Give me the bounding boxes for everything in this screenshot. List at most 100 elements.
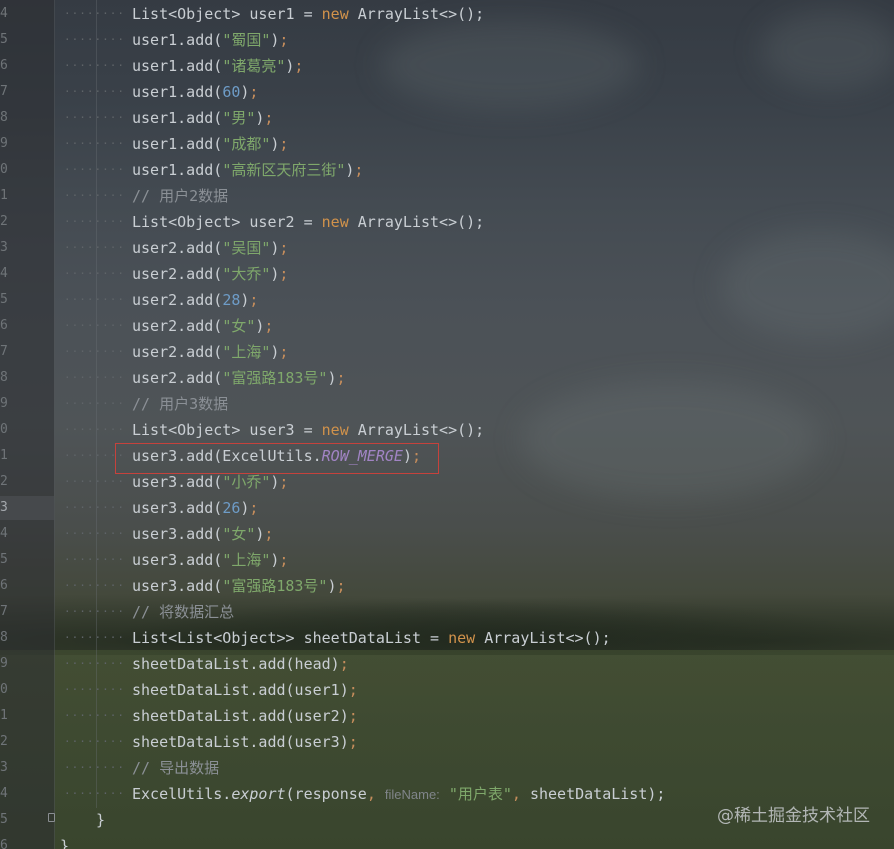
code-line[interactable]: 5 ········ user1.add("蜀国");: [0, 27, 894, 53]
code-text[interactable]: sheetDataList.add(user1);: [132, 677, 358, 703]
code-token: "上海": [222, 343, 271, 361]
code-line[interactable]: 4 ········ user2.add("大乔");: [0, 261, 894, 287]
code-line[interactable]: 7 ········ user1.add(60);: [0, 79, 894, 105]
code-token: }: [60, 837, 70, 849]
code-line[interactable]: 9 ········ sheetDataList.add(head);: [0, 651, 894, 677]
code-token: sheetDataList.add(user2): [132, 707, 349, 725]
code-text[interactable]: user1.add("高新区天府三街");: [132, 157, 363, 183]
code-line[interactable]: 1 ········ // 用户2数据: [0, 183, 894, 209]
code-text[interactable]: user3.add("富强路183号");: [132, 573, 346, 599]
code-text[interactable]: sheetDataList.add(head);: [132, 651, 349, 677]
code-line[interactable]: 6 ········ user1.add("诸葛亮");: [0, 53, 894, 79]
code-text[interactable]: // 用户3数据: [132, 391, 228, 417]
code-text[interactable]: List<Object> user1 = new ArrayList<>();: [132, 1, 484, 27]
whitespace-dots: ········: [64, 215, 125, 228]
code-text[interactable]: user2.add("大乔");: [132, 261, 288, 287]
code-line[interactable]: 9 ········ // 用户3数据: [0, 391, 894, 417]
code-text[interactable]: user2.add("女");: [132, 313, 273, 339]
code-token: "成都": [222, 135, 271, 153]
code-line[interactable]: 2 ········ sheetDataList.add(user3);: [0, 729, 894, 755]
code-token: ): [327, 577, 337, 595]
code-line[interactable]: 8 ········ user1.add("男");: [0, 105, 894, 131]
code-token: user3.add(: [132, 499, 223, 517]
whitespace-dots: ········: [64, 7, 125, 20]
code-text[interactable]: user1.add("男");: [132, 105, 273, 131]
line-number: 6: [0, 318, 8, 333]
code-text[interactable]: List<Object> user3 = new ArrayList<>();: [132, 417, 484, 443]
watermark: @稀土掘金技术社区: [717, 806, 870, 826]
code-token: "男": [222, 109, 256, 127]
code-token: ;: [348, 733, 358, 751]
code-token: sheetDataList.add(head): [132, 655, 340, 673]
code-line[interactable]: 6 ········ user2.add("女");: [0, 313, 894, 339]
code-line[interactable]: 5 ········ user3.add("上海");: [0, 547, 894, 573]
line-number: 6: [0, 58, 8, 73]
code-text[interactable]: List<Object> user2 = new ArrayList<>();: [132, 209, 484, 235]
code-text[interactable]: List<List<Object>> sheetDataList = new A…: [132, 625, 611, 651]
code-line[interactable]: 0 ········ user1.add("高新区天府三街");: [0, 157, 894, 183]
code-line[interactable]: 2 ········ List<Object> user2 = new ArrayL…: [0, 209, 894, 235]
code-token: user1.add(: [132, 109, 223, 127]
line-number: 8: [0, 630, 8, 645]
code-text[interactable]: user3.add("女");: [132, 521, 273, 547]
fold-icon[interactable]: [48, 813, 55, 822]
line-number: 5: [0, 812, 8, 827]
code-text[interactable]: user2.add("吴国");: [132, 235, 288, 261]
code-token: ;: [336, 369, 346, 387]
code-text[interactable]: // 将数据汇总: [132, 599, 234, 625]
whitespace-dots: ········: [64, 85, 125, 98]
code-token: // 用户2数据: [132, 187, 229, 205]
code-text[interactable]: }: [96, 807, 105, 833]
code-text[interactable]: user1.add("诸葛亮");: [132, 53, 303, 79]
code-text[interactable]: sheetDataList.add(user2);: [132, 703, 358, 729]
whitespace-dots: ········: [64, 787, 125, 800]
code-line[interactable]: 8 ········ user2.add("富强路183号");: [0, 365, 894, 391]
code-text[interactable]: // 导出数据: [132, 755, 219, 781]
line-number: 8: [0, 110, 8, 125]
code-text[interactable]: user2.add("上海");: [132, 339, 288, 365]
code-token: ;: [279, 31, 289, 49]
whitespace-dots: ········: [64, 293, 125, 306]
code-token: export: [231, 785, 286, 803]
code-token: ,: [366, 785, 376, 803]
code-text[interactable]: user1.add(60);: [132, 79, 258, 105]
line-number: 1: [0, 448, 8, 463]
code-text[interactable]: user1.add("成都");: [132, 131, 288, 157]
code-text[interactable]: user3.add(26);: [132, 495, 258, 521]
whitespace-dots: ········: [64, 631, 125, 644]
code-text[interactable]: user3.add("上海");: [132, 547, 288, 573]
code-token: new: [448, 629, 476, 647]
code-line[interactable]: 6}: [0, 833, 894, 849]
code-token: ;: [279, 135, 289, 153]
code-line[interactable]: 3 ········ user3.add(26);: [0, 495, 894, 521]
code-token: // 将数据汇总: [132, 603, 235, 621]
code-line[interactable]: 3 ········ // 导出数据: [0, 755, 894, 781]
code-line[interactable]: 7 ········ user2.add("上海");: [0, 339, 894, 365]
code-text[interactable]: // 用户2数据: [132, 183, 228, 209]
line-number: 4: [0, 526, 8, 541]
code-line[interactable]: 4 ········ user3.add("女");: [0, 521, 894, 547]
code-token: user1.add(: [132, 161, 223, 179]
code-token: ;: [348, 681, 358, 699]
code-text[interactable]: user2.add(28);: [132, 287, 258, 313]
code-text[interactable]: sheetDataList.add(user3);: [132, 729, 358, 755]
code-token: ;: [336, 577, 346, 595]
code-text[interactable]: user2.add("富强路183号");: [132, 365, 346, 391]
code-line[interactable]: 9 ········ user1.add("成都");: [0, 131, 894, 157]
code-token: user1.add(: [132, 83, 223, 101]
code-line[interactable]: 0 ········ List<Object> user3 = new ArrayL…: [0, 417, 894, 443]
code-line[interactable]: 3 ········ user2.add("吴国");: [0, 235, 894, 261]
code-line[interactable]: 1 ········ sheetDataList.add(user2);: [0, 703, 894, 729]
code-line[interactable]: 0 ········ sheetDataList.add(user1);: [0, 677, 894, 703]
code-token: user2.add(: [132, 291, 223, 309]
code-line[interactable]: 4 ········ List<Object> user1 = new ArrayL…: [0, 1, 894, 27]
code-line[interactable]: 7 ········ // 将数据汇总: [0, 599, 894, 625]
code-text[interactable]: user1.add("蜀国");: [132, 27, 288, 53]
code-line[interactable]: 6 ········ user3.add("富强路183号");: [0, 573, 894, 599]
code-line[interactable]: 8 ········ List<List<Object>> sheetDataLis…: [0, 625, 894, 651]
code-line[interactable]: 5 ········ user2.add(28);: [0, 287, 894, 313]
code-text[interactable]: }: [60, 833, 69, 849]
code-token: new: [321, 213, 349, 231]
code-text[interactable]: ExcelUtils.export(response, fileName: "用…: [132, 781, 665, 808]
code-editor[interactable]: 4 ········ List<Object> user1 = new ArrayL…: [0, 0, 894, 849]
